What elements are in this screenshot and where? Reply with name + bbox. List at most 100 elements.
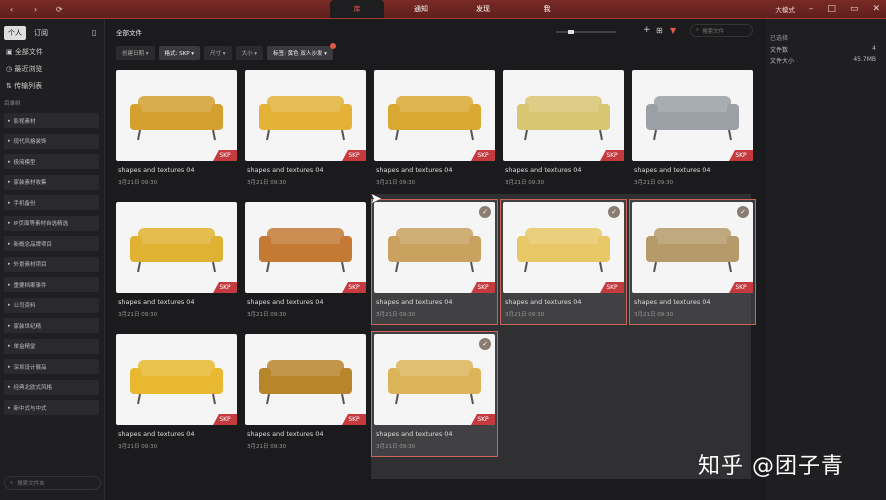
thumbnail[interactable]: SKP ✓: [374, 202, 495, 293]
folder-item[interactable]: 外景素材项目: [4, 256, 99, 272]
check-icon[interactable]: ✓: [479, 338, 491, 350]
filter-filesize[interactable]: 大小 ▾: [235, 46, 264, 60]
minimize-icon[interactable]: –: [809, 4, 814, 14]
sofa-thumbnail-icon: [259, 360, 352, 405]
grid-view-icon[interactable]: ⊞: [656, 26, 663, 35]
scope-switch: 个人 订阅: [4, 26, 52, 40]
sidebar-toggle-icon[interactable]: ▯: [92, 28, 96, 37]
folder-item[interactable]: 深圳设计展品: [4, 359, 99, 374]
back-icon[interactable]: ‹: [10, 0, 13, 18]
thumbnail[interactable]: SKP ✓: [632, 202, 753, 293]
details-title: 已选择: [770, 35, 789, 42]
filter-date[interactable]: 创建日期 ▾: [116, 46, 155, 60]
recent-item[interactable]: ◷ 最近浏览: [6, 64, 42, 74]
asset-date: 3月21日 09:30: [634, 180, 674, 186]
folder-item[interactable]: IP页面等素材自选精选: [4, 215, 99, 231]
zoom-slider[interactable]: [556, 30, 616, 34]
seg-personal[interactable]: 个人: [4, 26, 26, 40]
thumbnail[interactable]: SKP: [632, 70, 753, 161]
section-label: 目录树: [4, 101, 21, 107]
asset-name: shapes and textures 04: [634, 166, 711, 174]
asset-card[interactable]: SKP shapes and textures 04 3月21日 09:30: [374, 70, 495, 190]
asset-card[interactable]: SKP ✓ shapes and textures 04 3月21日 09:30: [503, 202, 624, 322]
thumbnail[interactable]: SKP: [116, 334, 237, 425]
asset-name: shapes and textures 04: [118, 430, 195, 438]
refresh-icon[interactable]: ⟳: [56, 0, 63, 18]
asset-name: shapes and textures 04: [118, 298, 195, 306]
thumbnail[interactable]: SKP: [116, 70, 237, 161]
thumbnail[interactable]: SKP ✓: [503, 202, 624, 293]
asset-name: shapes and textures 04: [118, 166, 195, 174]
folder-item[interactable]: 重要档案事件: [4, 277, 99, 292]
sofa-thumbnail-icon: [646, 228, 739, 273]
asset-card[interactable]: SKP ✓ shapes and textures 04 3月21日 09:30: [374, 202, 495, 322]
asset-card[interactable]: SKP shapes and textures 04 3月21日 09:30: [632, 70, 753, 190]
sofa-thumbnail-icon: [388, 96, 481, 141]
filter-format[interactable]: 格式: SKP ▾: [158, 46, 201, 60]
check-icon[interactable]: ✓: [608, 206, 620, 218]
tab-discover[interactable]: 发现: [456, 0, 510, 18]
folder-search-input[interactable]: ⌕ 搜索文件夹: [4, 476, 101, 490]
thumbnail[interactable]: SKP: [245, 202, 366, 293]
search-input[interactable]: ⌕ 搜索文件: [690, 24, 753, 37]
asset-card[interactable]: SKP shapes and textures 04 3月21日 09:30: [116, 70, 237, 190]
filter-size-dims[interactable]: 尺寸 ▾: [204, 46, 232, 60]
folder-item[interactable]: 单盒精堂: [4, 338, 99, 354]
thumbnail[interactable]: SKP: [116, 202, 237, 293]
asset-card[interactable]: SKP shapes and textures 04 3月21日 09:30: [503, 70, 624, 190]
close-icon[interactable]: ✕: [872, 4, 880, 14]
folder-item[interactable]: 现代风格装饰: [4, 133, 99, 149]
add-icon[interactable]: +: [643, 25, 651, 35]
folder-item[interactable]: 公司资料: [4, 297, 99, 313]
restore-icon[interactable]: □: [827, 4, 836, 14]
asset-card[interactable]: SKP shapes and textures 04 3月21日 09:30: [116, 202, 237, 322]
folder-item[interactable]: 极简模型: [4, 154, 99, 169]
check-icon[interactable]: ✓: [737, 206, 749, 218]
thumbnail[interactable]: SKP: [245, 70, 366, 161]
folder-item[interactable]: 家装素材收集: [4, 174, 99, 190]
asset-card[interactable]: SKP shapes and textures 04 3月21日 09:30: [116, 334, 237, 454]
thumbnail[interactable]: SKP ✓: [374, 334, 495, 425]
thumbnail[interactable]: SKP: [503, 70, 624, 161]
folder-item[interactable]: 经典北欧式风格: [4, 379, 99, 395]
page-title: 全部文件: [116, 29, 142, 37]
maximize-icon[interactable]: ▭: [850, 4, 859, 14]
asset-name: shapes and textures 04: [247, 166, 324, 174]
details-panel: 已选择 文件数 4 文件大小 45.7MB: [766, 19, 886, 500]
transfers-item[interactable]: ⇅ 传输列表: [6, 81, 42, 91]
filter-icon[interactable]: ▼: [670, 26, 676, 35]
check-icon[interactable]: ✓: [479, 206, 491, 218]
asset-card[interactable]: SKP shapes and textures 04 3月21日 09:30: [245, 334, 366, 454]
folder-item[interactable]: 影视素材: [4, 113, 99, 128]
asset-card[interactable]: SKP shapes and textures 04 3月21日 09:30: [245, 70, 366, 190]
sofa-thumbnail-icon: [388, 360, 481, 405]
asset-card[interactable]: SKP ✓ shapes and textures 04 3月21日 09:30: [374, 334, 495, 454]
seg-subscribed[interactable]: 订阅: [30, 26, 52, 40]
tab-notifications[interactable]: 通知: [394, 0, 448, 18]
top-bar: ‹ › ⟳ 库 通知 发现 我 大模式 – □ ▭ ✕: [0, 0, 886, 18]
tab-library[interactable]: 库: [330, 0, 384, 18]
mode-toggle[interactable]: 大模式: [775, 4, 795, 14]
all-files-item[interactable]: ▣ 全部文件: [6, 47, 43, 57]
folder-item[interactable]: 家装世纪精: [4, 318, 99, 333]
thumbnail[interactable]: SKP: [374, 70, 495, 161]
tab-me[interactable]: 我: [520, 0, 574, 18]
thumbnail[interactable]: SKP: [245, 334, 366, 425]
asset-date: 3月21日 09:30: [376, 444, 416, 450]
asset-date: 3月21日 09:30: [247, 180, 287, 186]
filter-tags[interactable]: 标签: 黄色 双人沙发 ▾: [267, 43, 336, 60]
sofa-thumbnail-icon: [130, 228, 223, 273]
asset-date: 3月21日 09:30: [247, 444, 287, 450]
asset-name: shapes and textures 04: [634, 298, 711, 306]
folder-item[interactable]: 手机备份: [4, 195, 99, 210]
asset-date: 3月21日 09:30: [505, 180, 545, 186]
forward-icon[interactable]: ›: [34, 0, 37, 18]
folder-item[interactable]: 新中式与中式: [4, 400, 99, 415]
folder-item[interactable]: 新概念品牌项目: [4, 236, 99, 251]
asset-date: 3月21日 09:30: [376, 312, 416, 318]
asset-card[interactable]: SKP ✓ shapes and textures 04 3月21日 09:30: [632, 202, 753, 322]
count-label: 文件数: [770, 47, 789, 54]
asset-card[interactable]: SKP shapes and textures 04 3月21日 09:30: [245, 202, 366, 322]
asset-date: 3月21日 09:30: [634, 312, 674, 318]
asset-date: 3月21日 09:30: [376, 180, 416, 186]
